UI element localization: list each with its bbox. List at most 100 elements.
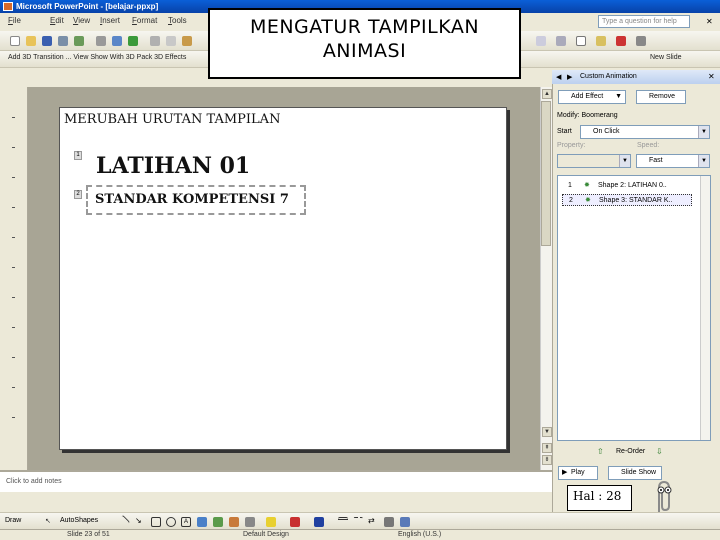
animation-list-scrollbar[interactable] bbox=[700, 176, 710, 440]
reorder-down-icon[interactable]: ⇩ bbox=[656, 447, 663, 456]
status-slide-count: Slide 23 of 51 bbox=[67, 531, 110, 538]
property-select: ▼ bbox=[557, 154, 631, 168]
print-icon[interactable] bbox=[96, 36, 106, 46]
rectangle-icon[interactable] bbox=[151, 517, 161, 527]
status-bar: Slide 23 of 51 Default Design English (U… bbox=[0, 529, 720, 540]
autoshapes-menu[interactable]: AutoShapes bbox=[60, 517, 98, 524]
add-effect-label: Add Effect bbox=[571, 93, 604, 100]
oval-icon[interactable] bbox=[166, 517, 176, 527]
copy-icon[interactable] bbox=[166, 36, 176, 46]
status-design: Default Design bbox=[243, 531, 289, 538]
animation-order-tag: 1 bbox=[74, 151, 82, 160]
line-color-icon[interactable] bbox=[290, 517, 300, 527]
property-label: Property: bbox=[557, 142, 586, 149]
draw-menu[interactable]: Draw bbox=[5, 517, 21, 524]
cut-icon[interactable] bbox=[150, 36, 160, 46]
wordart-icon[interactable] bbox=[197, 517, 207, 527]
prev-slide-icon[interactable]: ⇞ bbox=[542, 443, 552, 453]
dash-style-icon[interactable] bbox=[353, 517, 363, 527]
new-icon[interactable] bbox=[10, 36, 20, 46]
chevron-down-icon: ▼ bbox=[698, 155, 709, 167]
chevron-down-icon: ▼ bbox=[698, 126, 709, 138]
slide-subtitle[interactable]: STANDAR KOMPETENSI 7 bbox=[95, 192, 289, 207]
picture-icon[interactable] bbox=[245, 517, 255, 527]
drawing-toolbar: Draw ↖ AutoShapes ↘ A ⇄ bbox=[0, 512, 720, 530]
line-style-icon[interactable] bbox=[338, 517, 348, 527]
fill-color-icon[interactable] bbox=[266, 517, 276, 527]
notes-pane[interactable]: Click to add notes bbox=[0, 470, 552, 492]
clipart-icon[interactable] bbox=[229, 517, 239, 527]
office-assistant-clippy-icon[interactable] bbox=[651, 478, 677, 514]
menu-edit[interactable]: Edit bbox=[50, 16, 64, 25]
grid-icon[interactable] bbox=[536, 36, 546, 46]
reorder-label: Re-Order bbox=[616, 448, 646, 455]
remove-button[interactable]: Remove bbox=[636, 90, 686, 104]
menu-view[interactable]: View bbox=[73, 16, 90, 25]
scroll-up-icon[interactable]: ▲ bbox=[542, 89, 552, 99]
arrow-style-icon[interactable]: ⇄ bbox=[368, 517, 378, 527]
close-doc-icon[interactable]: ✕ bbox=[706, 17, 713, 26]
overlay-title-line1: MENGATUR TAMPILKAN bbox=[249, 16, 480, 38]
slide-show-label: Slide Show bbox=[621, 469, 657, 476]
speed-select[interactable]: Fast ▼ bbox=[636, 154, 710, 168]
back-icon[interactable]: ◀ bbox=[556, 73, 561, 81]
play-label: Play bbox=[571, 469, 585, 476]
animation-list-item[interactable]: 2 ✸ Shape 3: STANDAR K.. bbox=[562, 194, 692, 206]
status-language: English (U.S.) bbox=[398, 531, 442, 538]
chevron-down-icon: ▼ bbox=[619, 155, 630, 167]
scroll-down-icon[interactable]: ▼ bbox=[542, 427, 552, 437]
forward-icon[interactable]: ▶ bbox=[567, 73, 572, 81]
overlay-title-box: MENGATUR TAMPILKAN ANIMASI bbox=[208, 8, 521, 79]
vertical-ruler bbox=[0, 87, 28, 470]
animation-list-item[interactable]: 1 ✸ Shape 2: LATIHAN 0.. bbox=[562, 180, 692, 192]
slide-title[interactable]: LATIHAN 01 bbox=[96, 153, 250, 179]
email-icon[interactable] bbox=[74, 36, 84, 46]
task-pane-close-icon[interactable]: ✕ bbox=[708, 72, 715, 81]
new-slide-button[interactable]: New Slide bbox=[650, 54, 682, 61]
task-pane-header: Custom Animation bbox=[552, 70, 720, 84]
diagram-icon[interactable] bbox=[213, 517, 223, 527]
save-icon[interactable] bbox=[42, 36, 52, 46]
play-icon: ▶ bbox=[562, 469, 568, 476]
textbox-icon[interactable]: A bbox=[181, 517, 191, 527]
menu-format[interactable]: Format bbox=[132, 16, 157, 25]
star-effect-icon: ✸ bbox=[585, 197, 591, 204]
animation-list[interactable]: 1 ✸ Shape 2: LATIHAN 0.. 2 ✸ Shape 3: ST… bbox=[557, 175, 711, 441]
shadow-icon[interactable] bbox=[384, 517, 394, 527]
font-color-icon[interactable] bbox=[314, 517, 324, 527]
reorder-up-icon[interactable]: ⇧ bbox=[597, 447, 604, 456]
scroll-thumb[interactable] bbox=[541, 101, 551, 246]
start-select[interactable]: On Click ▼ bbox=[580, 125, 710, 139]
page-number-label: Hal : 28 bbox=[567, 485, 632, 511]
zoom-icon[interactable] bbox=[576, 36, 586, 46]
menu-insert[interactable]: Insert bbox=[100, 16, 120, 25]
add-effect-button[interactable]: Add Effect ▼ bbox=[558, 90, 626, 104]
toolbar-3d-commands[interactable]: Add 3D Transition ... View Show With 3D … bbox=[8, 54, 186, 61]
format-painter-icon[interactable] bbox=[596, 36, 606, 46]
slide-heading[interactable]: MERUBAH URUTAN TAMPILAN bbox=[64, 112, 280, 127]
line-icon[interactable] bbox=[115, 514, 131, 530]
next-slide-icon[interactable]: ⇟ bbox=[542, 455, 552, 465]
preview-icon[interactable] bbox=[112, 36, 122, 46]
permission-icon[interactable] bbox=[58, 36, 68, 46]
menu-file[interactable]: File bbox=[8, 16, 21, 25]
select-icon[interactable]: ↖ bbox=[45, 517, 51, 525]
play-button[interactable]: ▶ Play bbox=[558, 466, 598, 480]
menu-tools[interactable]: Tools bbox=[168, 16, 187, 25]
help-search-input[interactable]: Type a question for help bbox=[598, 15, 690, 28]
powerpoint-app-icon[interactable] bbox=[3, 2, 13, 11]
spelling-icon[interactable] bbox=[128, 36, 138, 46]
overlay-title-line2: ANIMASI bbox=[322, 40, 407, 62]
3d-style-icon[interactable] bbox=[400, 517, 410, 527]
arrow-icon[interactable]: ↘ bbox=[135, 517, 145, 527]
animation-order-tag: 2 bbox=[74, 190, 82, 199]
speed-label: Speed: bbox=[637, 142, 660, 149]
help-icon[interactable] bbox=[636, 36, 646, 46]
font-color-icon[interactable] bbox=[616, 36, 626, 46]
open-icon[interactable] bbox=[26, 36, 36, 46]
star-effect-icon: ✸ bbox=[584, 182, 590, 189]
speed-value: Fast bbox=[649, 157, 663, 164]
paste-icon[interactable] bbox=[182, 36, 192, 46]
animation-order: 1 bbox=[568, 182, 572, 189]
color-icon[interactable] bbox=[556, 36, 566, 46]
